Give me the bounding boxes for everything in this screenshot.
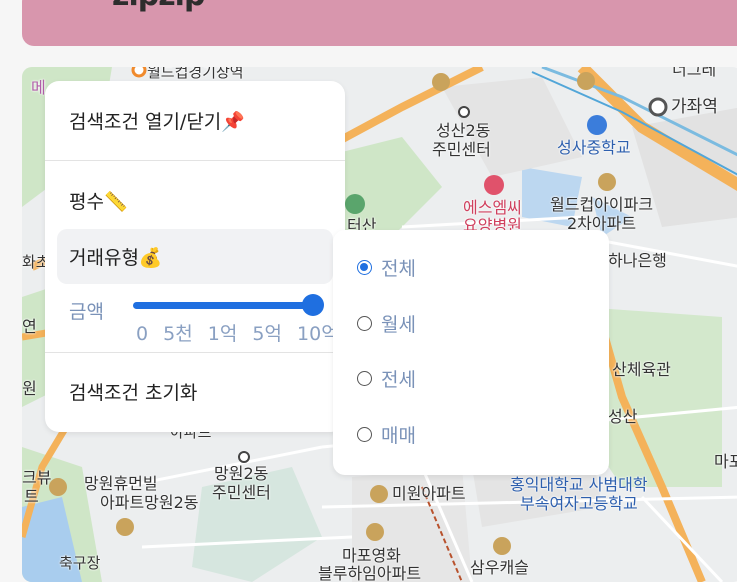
deal-type-options: 전체 월세 전세 매매: [333, 230, 609, 475]
map-label: 메: [31, 78, 46, 97]
amount-tick: 0: [136, 323, 149, 345]
option-label: 매매: [381, 424, 416, 447]
map-label: 망원휴먼빌: [84, 474, 158, 493]
option-label: 전세: [381, 368, 416, 391]
map-label: 미원아파트: [392, 484, 466, 503]
map-label: 아파트망원2동: [100, 493, 199, 512]
radio-button[interactable]: [357, 370, 372, 386]
map-label: 망원2동: [214, 464, 269, 483]
map-label: 삼우캐슬: [470, 558, 529, 577]
search-filter-panel: 검색조건 열기/닫기📌 평수📏 거래유형💰 금액 0 5천 1억 5억 10억 …: [45, 81, 345, 432]
map-label: 가좌역: [671, 97, 718, 117]
option-label: 전체: [381, 257, 416, 280]
toggle-filter-button[interactable]: 검색조건 열기/닫기📌: [69, 107, 245, 134]
amount-slider-track[interactable]: [133, 302, 313, 309]
map-label: 에스엠씨: [463, 198, 522, 217]
map-label: 성사중학교: [557, 138, 631, 157]
amount-ticks: 0 5천 1억 5억 10억: [136, 319, 348, 346]
radio-button[interactable]: [357, 259, 372, 275]
deal-type-filter-button[interactable]: 거래유형💰: [69, 243, 163, 270]
map-label: 연: [22, 317, 37, 336]
option-label: 월세: [381, 313, 416, 336]
map-label: 월드컵경기장역: [147, 67, 244, 81]
divider: [45, 160, 345, 161]
map-label: 마포영화: [342, 546, 401, 565]
map-label: 마포: [714, 452, 737, 471]
deal-type-option-sale[interactable]: 매매: [357, 421, 416, 447]
amount-tick: 5억: [252, 323, 282, 345]
deal-type-option-jeonse[interactable]: 전세: [357, 365, 416, 391]
amount-tick: 1억: [207, 323, 238, 345]
map-label: 하나은행: [608, 251, 667, 270]
map-label: 블루하임아파트: [318, 564, 422, 582]
amount-slider-thumb[interactable]: [302, 294, 324, 316]
map-label: 홍익대학교 사범대학: [510, 475, 648, 494]
map-label: 크뷰: [22, 468, 52, 487]
area-filter-button[interactable]: 평수📏: [69, 187, 128, 214]
map-label: 월드컵아이파크: [550, 195, 654, 214]
reset-filter-button[interactable]: 검색조건 초기화: [69, 378, 197, 405]
map-label: 성산: [608, 407, 638, 426]
radio-button[interactable]: [357, 426, 372, 442]
radio-button[interactable]: [357, 315, 372, 331]
amount-tick: 5천: [163, 323, 193, 345]
map-label: 너그레: [672, 67, 717, 79]
map-label: 성산2동: [436, 121, 491, 140]
map-label: 축구장: [59, 554, 101, 572]
map-label: 주민센터: [212, 483, 271, 502]
map-label: 원: [22, 379, 37, 398]
map-label: 트: [24, 487, 39, 506]
map-label: 부속여자고등학교: [520, 494, 638, 513]
map-label: 주민센터: [432, 140, 491, 159]
deal-type-option-all[interactable]: 전체: [357, 254, 416, 280]
deal-type-option-monthly[interactable]: 월세: [357, 310, 416, 336]
amount-label: 금액: [69, 301, 104, 323]
app-logo[interactable]: zipzip: [112, 0, 205, 13]
divider: [45, 352, 345, 353]
map-label: 산체육관: [612, 360, 671, 379]
